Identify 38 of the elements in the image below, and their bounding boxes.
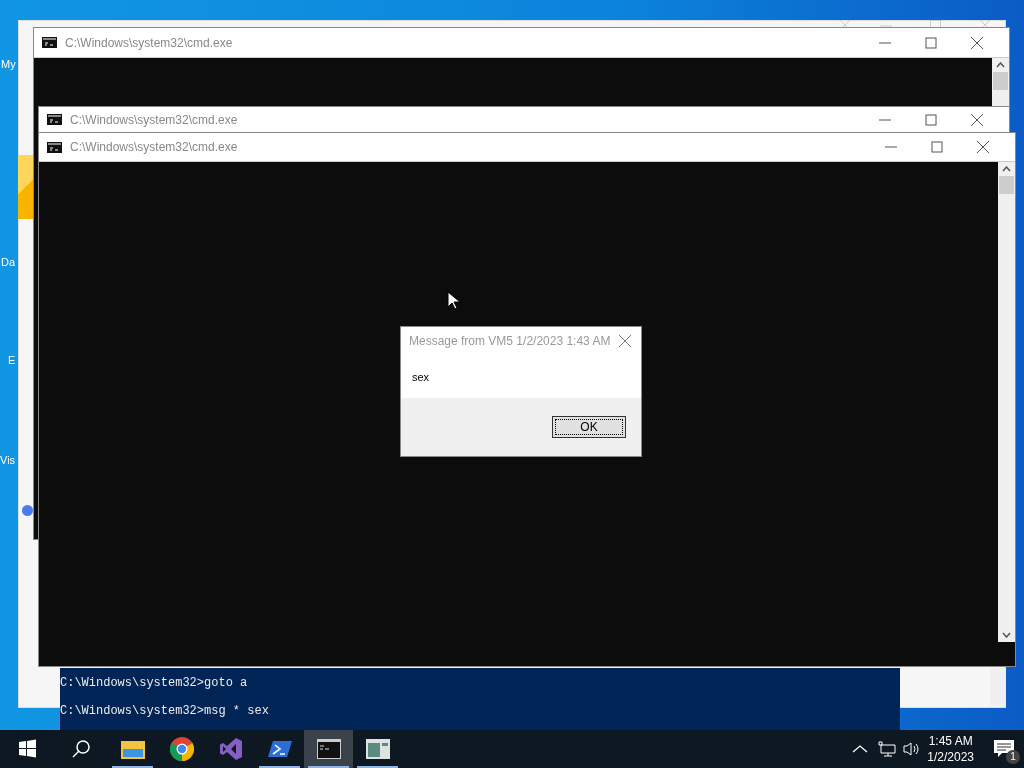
scrollbar[interactable] [998,162,1015,642]
scroll-thumb[interactable] [993,72,1008,90]
scroll-down-icon[interactable] [1002,632,1011,638]
window-title: C:\Windows\system32\cmd.exe [70,112,239,127]
terminal-icon [47,114,62,125]
terminal-icon [42,37,57,48]
console-line: C:\Windows\system32>msg * sex [60,704,270,718]
scrollbar[interactable] [990,668,1006,706]
window-icon [365,739,390,759]
window-title: C:\Windows\system32\cmd.exe [65,35,234,50]
dialog-message: sex [401,348,641,398]
scrollbar[interactable] [992,58,1009,106]
infinity-icon [218,737,243,761]
close-icon[interactable] [618,334,632,348]
scroll-up-icon[interactable] [1002,166,1011,172]
browser-icon [169,737,194,761]
status-dot-icon [22,505,33,516]
notification-count: 1 [1006,750,1020,764]
network-icon[interactable] [876,741,897,757]
console-line: C:\Windows\system32>goto a [60,676,249,690]
terminal-icon [267,739,292,759]
dialog-title: Message from VM5 1/2/2023 1:43 AM [409,334,611,348]
scroll-up-icon[interactable] [996,62,1005,68]
clock-time: 1:45 AM [928,733,973,749]
mouse-cursor-icon [447,291,461,311]
clock-date: 1/2/2023 [927,749,974,765]
scroll-thumb[interactable] [999,176,1014,194]
terminal-icon [316,739,341,759]
desktop-icon-label[interactable]: E [8,354,16,366]
notification-icon[interactable] [993,739,1015,759]
clock[interactable]: 1:45 AM 1/2/2023 [927,733,974,765]
window-title: C:\Windows\system32\cmd.exe [70,140,239,154]
desktop-icon-label[interactable]: My [1,58,16,70]
desktop-icon-label[interactable]: Da [1,256,16,268]
desktop-icon-label[interactable]: Vis [0,454,16,466]
ok-button[interactable]: OK [552,416,626,438]
taskbar-app[interactable] [304,730,353,768]
terminal-icon [47,141,62,153]
